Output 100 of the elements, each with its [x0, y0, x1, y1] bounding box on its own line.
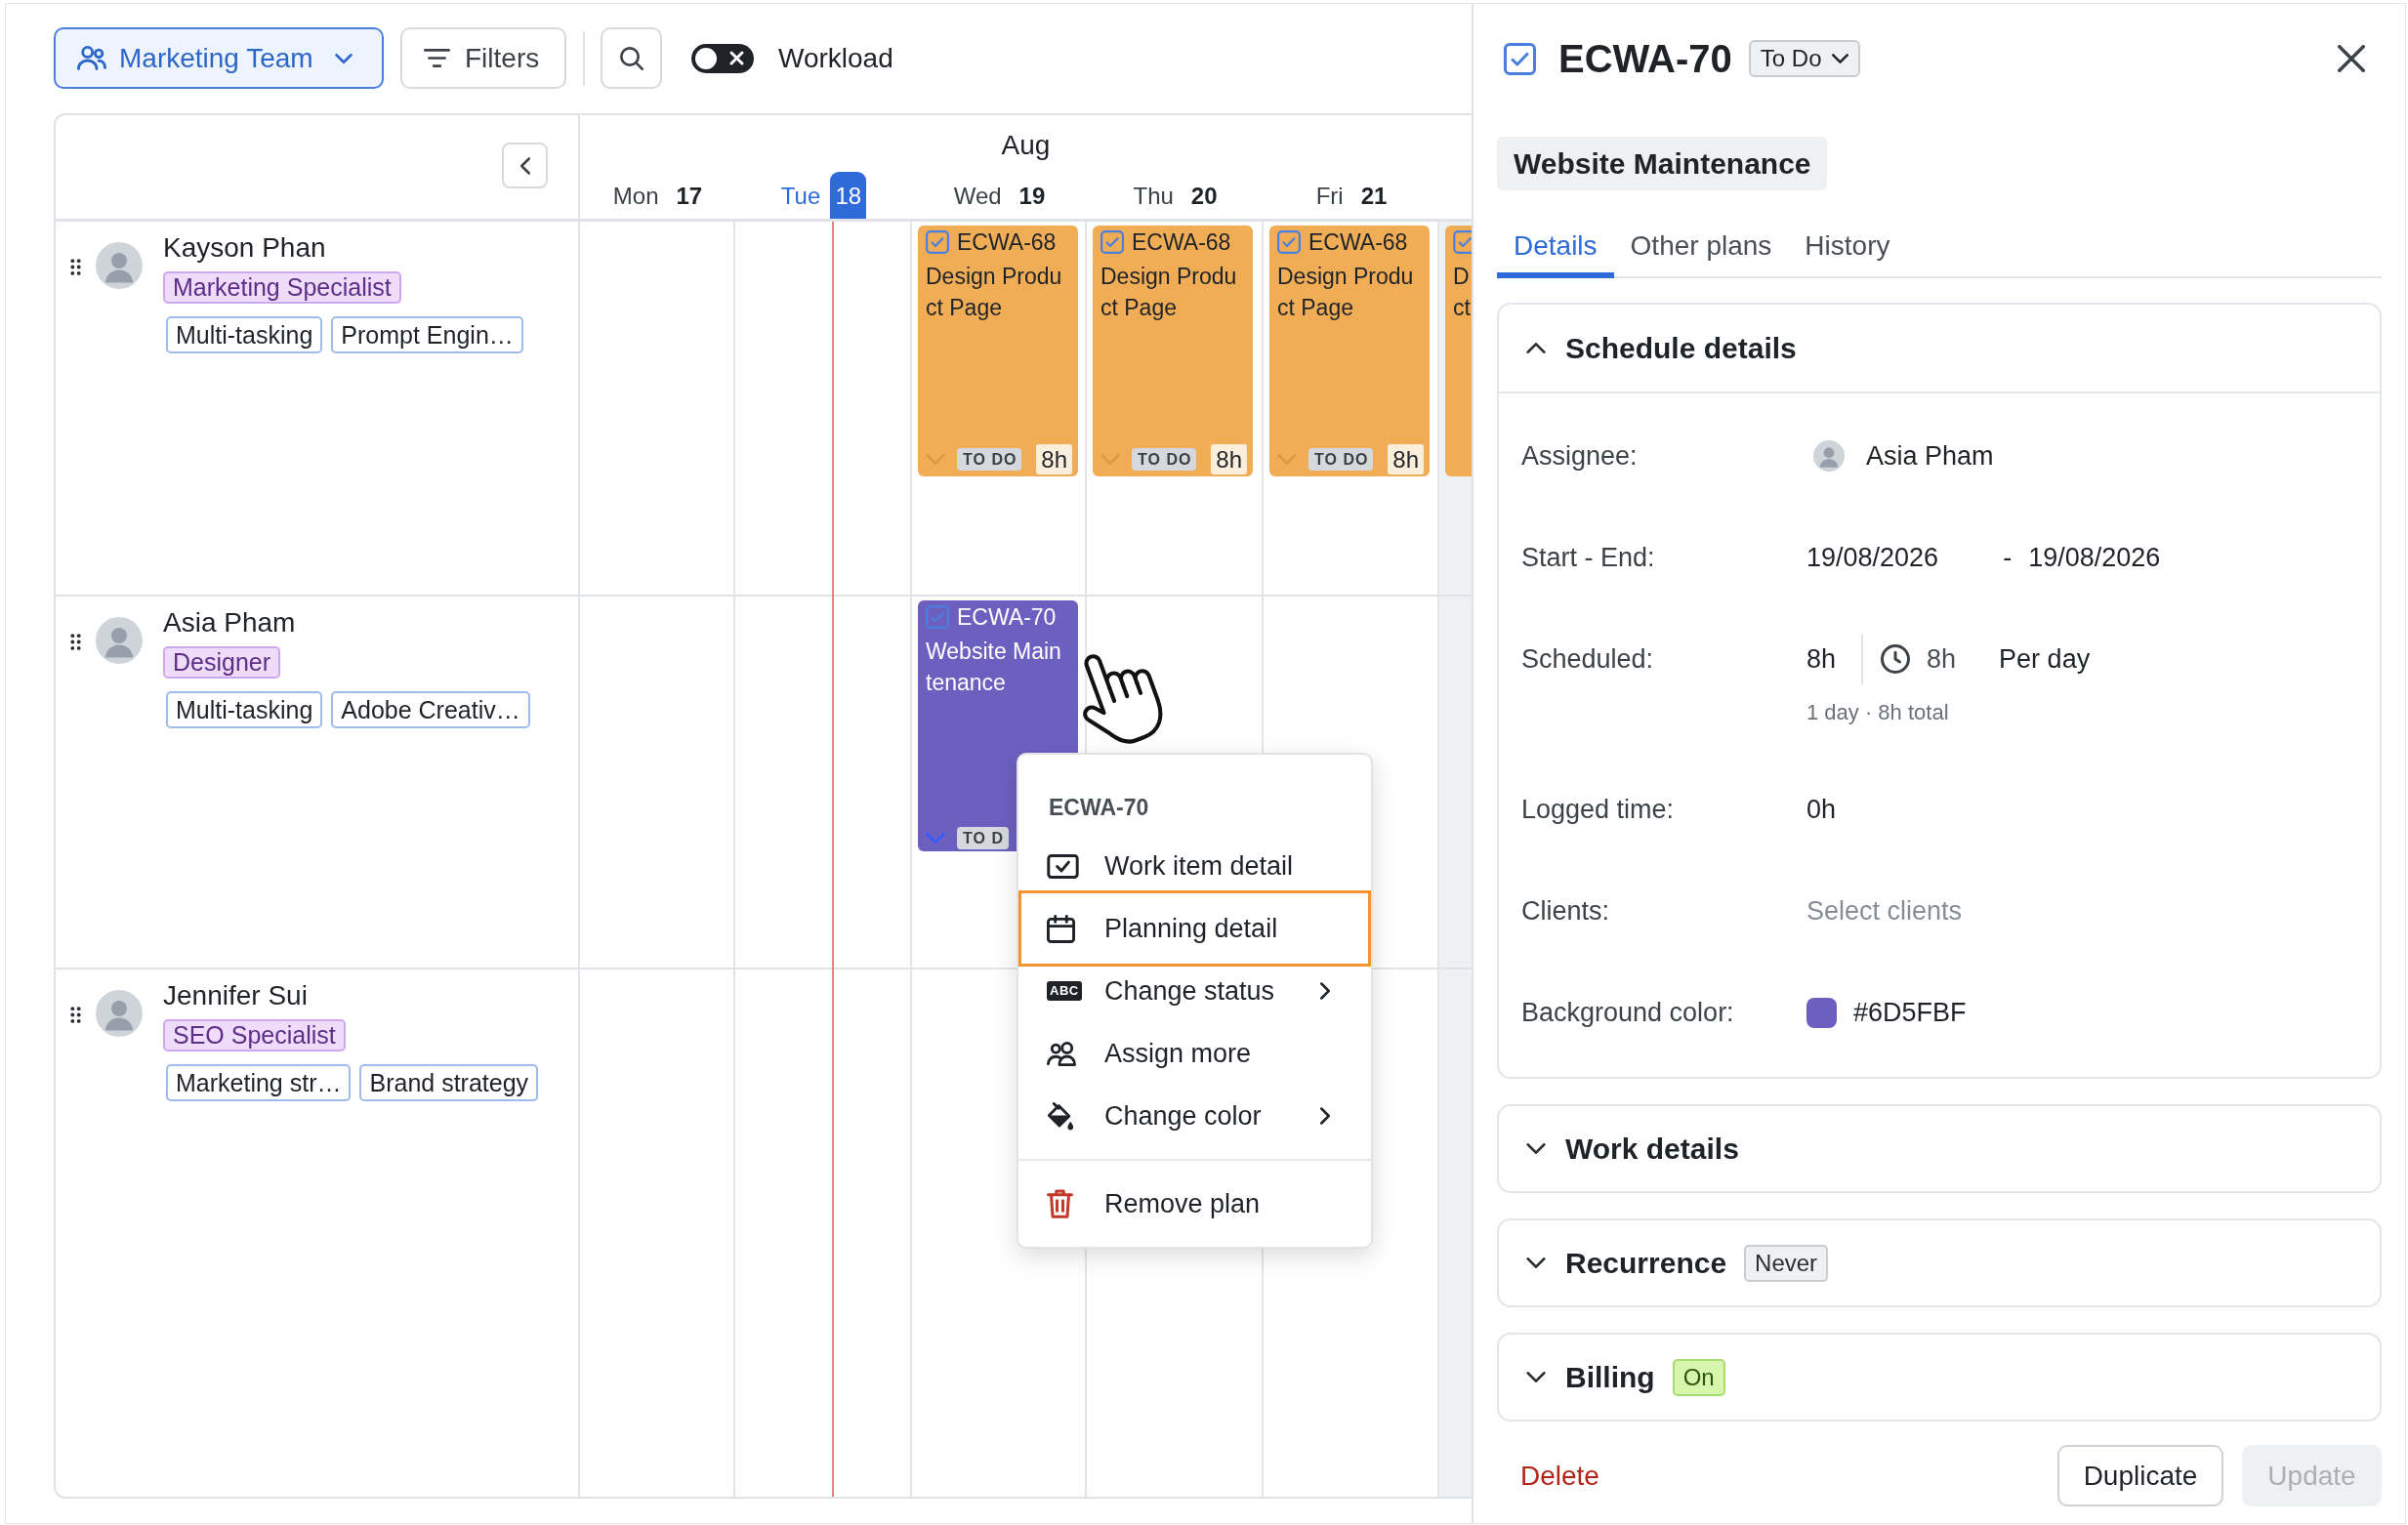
drag-handle-icon[interactable]: [70, 634, 81, 650]
checked-box-icon: [1047, 853, 1079, 879]
chevron-right-icon: [1320, 1107, 1330, 1125]
section-title[interactable]: Schedule details: [1565, 331, 1797, 365]
tab[interactable]: Other plans: [1613, 220, 1789, 278]
assignee-name[interactable]: Asia Pham: [1866, 436, 1994, 475]
role-tag: Designer: [163, 646, 281, 679]
section-badge: Never: [1744, 1244, 1829, 1282]
day-name: Tue: [780, 182, 821, 210]
schedule-summary: 1 day · 8h total: [1806, 699, 1949, 726]
trash-icon: [1047, 1189, 1073, 1218]
daily-hours[interactable]: 8h: [1927, 639, 1957, 679]
avatar-icon: [1813, 440, 1845, 472]
day-number: 18: [830, 172, 867, 220]
chevron-left-icon: [519, 156, 530, 175]
chevron-up-icon[interactable]: [1526, 343, 1546, 353]
per-day-label: Per day: [1999, 643, 2091, 676]
event-card[interactable]: ECWA-68 Design Product Page TO DO 8h: [1269, 226, 1430, 476]
work-item-key: ECWA-70: [1558, 36, 1732, 81]
section-title[interactable]: Recurrence: [1565, 1246, 1727, 1280]
clients-field[interactable]: Select clients: [1806, 891, 2119, 930]
abc-tag: ABC: [1047, 981, 1082, 1001]
day-number: 21: [1360, 182, 1388, 210]
avatar-icon: [96, 242, 143, 289]
chevron-down-icon: [1831, 54, 1848, 63]
day-name: Fri: [1315, 182, 1344, 210]
checkbox-icon: [926, 230, 949, 254]
checkbox-icon: [1453, 230, 1472, 254]
day-name: Wed: [953, 182, 1002, 210]
drag-handle-icon[interactable]: [70, 259, 81, 275]
menu-item[interactable]: Change color: [1018, 1092, 1371, 1140]
hours-badge: 8h: [1388, 444, 1424, 474]
calendar-icon: [1047, 914, 1075, 943]
section-title[interactable]: Billing: [1565, 1360, 1655, 1394]
search-button[interactable]: [601, 27, 662, 89]
field-label: Background color:: [1521, 997, 1734, 1029]
person-name: Kayson Phan: [163, 231, 326, 265]
collapse-button[interactable]: [502, 143, 548, 188]
chevron-down-icon: [334, 53, 353, 63]
avatar-icon: [96, 617, 143, 664]
menu-item[interactable]: Assign more: [1018, 1029, 1371, 1078]
event-title: Design Product Page: [926, 263, 1063, 322]
duplicate-button[interactable]: Duplicate: [2057, 1445, 2223, 1506]
paint-bucket-icon: [1047, 1101, 1074, 1131]
hours-badge: 8h: [1036, 444, 1072, 474]
event-card[interactable]: ECWA-68 Design Product Page TO DO 8h: [1093, 226, 1253, 476]
menu-item[interactable]: Planning detail: [1018, 890, 1371, 967]
tab[interactable]: Details: [1497, 220, 1614, 278]
checkbox-icon: [1100, 230, 1124, 254]
event-title: Website Maintenance: [926, 638, 1062, 697]
role-tag: Marketing Specialist: [163, 271, 401, 304]
team-dropdown[interactable]: Marketing Team: [54, 27, 384, 89]
filters-button[interactable]: Filters: [400, 27, 566, 89]
event-card[interactable]: D ct: [1445, 226, 1472, 476]
event-card[interactable]: ECWA-68 Design Product Page TO DO 8h: [918, 226, 1078, 476]
color-swatch[interactable]: [1806, 997, 1837, 1028]
section-badge: On: [1672, 1358, 1725, 1396]
skill-tag: Prompt Engin…: [331, 316, 523, 353]
event-key: ECWA-68: [1308, 228, 1408, 256]
section-title[interactable]: Work details: [1565, 1132, 1739, 1166]
delete-button[interactable]: Delete: [1520, 1459, 1599, 1493]
start-date[interactable]: 19/08/2026: [1806, 538, 1939, 577]
event-key: ECWA-70: [957, 603, 1057, 631]
event-key: ECWA-68: [957, 228, 1057, 256]
day-number: 17: [676, 182, 703, 210]
menu-item[interactable]: Remove plan: [1018, 1179, 1371, 1228]
checkbox-icon: [1277, 230, 1301, 254]
users-icon: [77, 46, 106, 70]
end-date[interactable]: 19/08/2026: [2028, 538, 2161, 577]
skill-tag: Adobe Creativ…: [331, 691, 530, 728]
skill-tag: Brand strategy: [359, 1064, 539, 1101]
workload-toggle[interactable]: [691, 43, 754, 73]
search-icon: [619, 46, 644, 70]
field-value: 0h: [1806, 794, 1837, 826]
chevron-right-icon: [1320, 982, 1330, 1000]
drag-handle-icon[interactable]: [70, 1007, 81, 1023]
person-name: Jennifer Sui: [163, 979, 308, 1012]
color-value: #6D5FBF: [1853, 997, 1967, 1029]
status-badge: TO DO: [1308, 448, 1374, 471]
users-icon: [1047, 1041, 1076, 1066]
tab[interactable]: History: [1788, 220, 1907, 278]
status-badge: TO DO: [957, 448, 1022, 471]
day-name: Mon: [612, 182, 659, 210]
chevron-down-icon[interactable]: [1526, 1143, 1546, 1154]
hours-badge: 8h: [1211, 444, 1247, 474]
month-label: Aug: [1001, 130, 1051, 161]
clock-icon: [1881, 644, 1911, 674]
skill-tag: Marketing str…: [166, 1064, 352, 1101]
day-name: Thu: [1133, 182, 1174, 210]
field-label: Assignee:: [1521, 440, 1638, 473]
menu-item[interactable]: ABC Change status: [1018, 967, 1371, 1015]
event-title: Design Product Page: [1100, 263, 1238, 322]
status-dropdown[interactable]: To Do: [1748, 40, 1860, 77]
scheduled-hours[interactable]: 8h: [1806, 639, 1837, 679]
day-number: 20: [1190, 182, 1218, 210]
chevron-down-icon[interactable]: [1526, 1257, 1546, 1268]
close-icon[interactable]: [2338, 45, 2365, 72]
status-badge: TO D: [957, 827, 1009, 849]
chevron-down-icon[interactable]: [1526, 1372, 1546, 1382]
field-label: Start - End:: [1521, 542, 1655, 574]
